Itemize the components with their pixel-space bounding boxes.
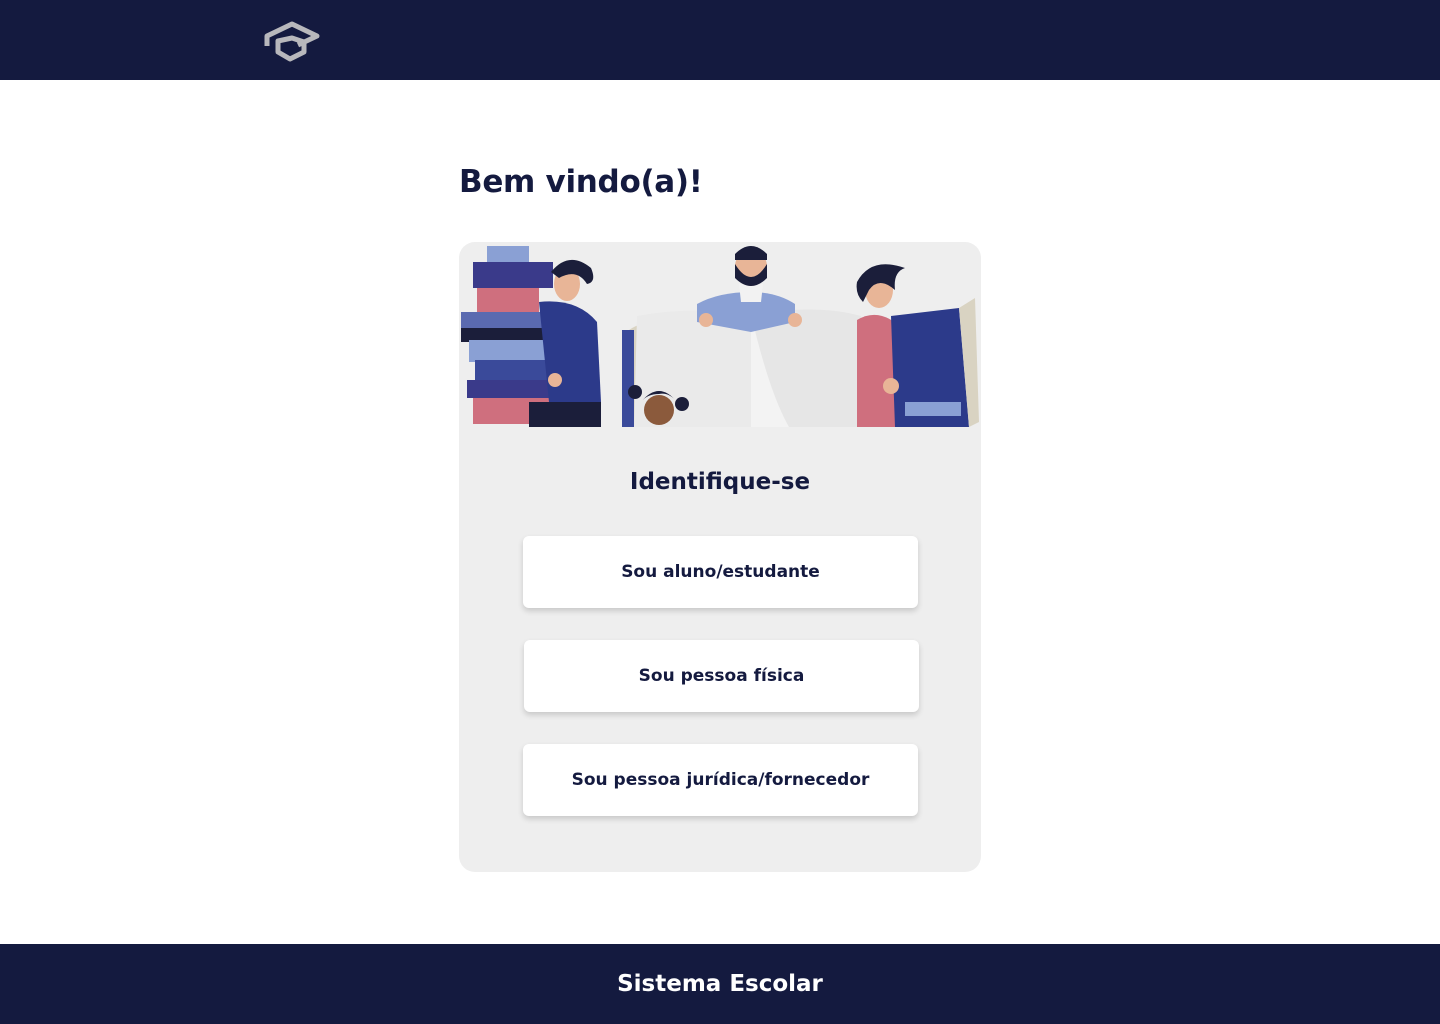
footer-title: Sistema Escolar (617, 971, 823, 997)
identification-card: Identifique-se Sou aluno/estudante Sou p… (459, 242, 981, 872)
graduation-cap-icon[interactable] (262, 19, 322, 63)
footer: Sistema Escolar (0, 944, 1440, 1024)
top-bar (0, 0, 1440, 80)
student-option-button[interactable]: Sou aluno/estudante (523, 536, 918, 608)
page-title: Bem vindo(a)! (459, 164, 703, 200)
company-supplier-option-button[interactable]: Sou pessoa jurídica/fornecedor (523, 744, 918, 816)
card-title: Identifique-se (629, 469, 811, 495)
individual-option-button[interactable]: Sou pessoa física (524, 640, 919, 712)
people-with-books-illustration (461, 246, 979, 427)
